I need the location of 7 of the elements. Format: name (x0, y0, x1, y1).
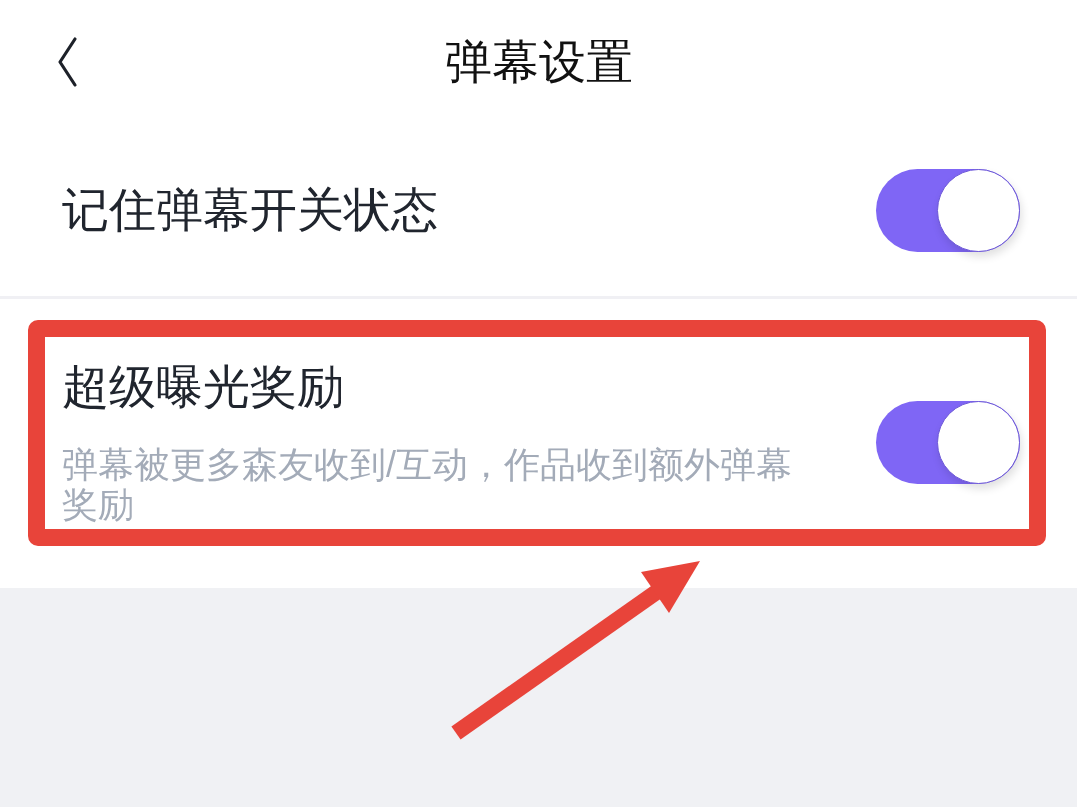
setting-title: 记住弹幕开关状态 (62, 182, 438, 238)
setting-description: 弹幕被更多森友收到/互动，作品收到额外弹幕奖励 (62, 445, 793, 525)
setting-title: 超级曝光奖励 (62, 359, 345, 415)
page-title: 弹幕设置 (444, 34, 633, 90)
toggle-switch[interactable] (876, 400, 1020, 484)
chevron-left-icon[interactable] (56, 36, 78, 88)
toggle-switch[interactable] (876, 168, 1020, 252)
